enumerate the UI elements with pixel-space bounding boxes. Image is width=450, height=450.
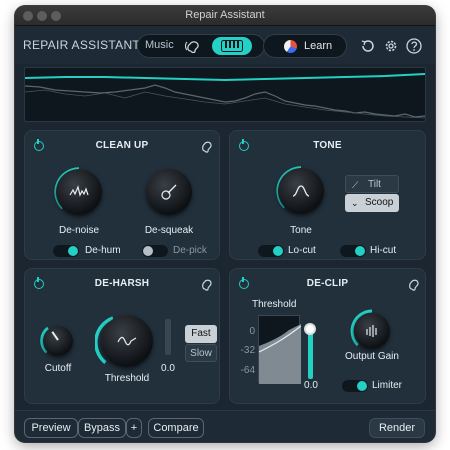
locut-label: Lo-cut <box>288 245 316 256</box>
compare-button[interactable]: Compare <box>148 418 204 438</box>
tilt-icon: ⟋ <box>352 180 359 190</box>
deharsh-title: DE-HARSH <box>94 278 150 289</box>
cutoff-knob[interactable] <box>43 326 73 356</box>
bypass-button[interactable]: Bypass <box>78 418 126 438</box>
hicut-label: Hi-cut <box>370 245 397 256</box>
cutoff-label: Cutoff <box>44 363 72 374</box>
declip-title: DE-CLIP <box>306 278 349 289</box>
tone-knob-label: Tone <box>290 225 312 236</box>
denoise-label: De-noise <box>58 225 100 236</box>
preview-button[interactable]: Preview <box>24 418 78 438</box>
ear-icon[interactable] <box>201 277 213 291</box>
deharsh-threshold-label: Threshold <box>104 373 150 384</box>
clip-display <box>258 315 302 384</box>
limiter-label: Limiter <box>372 380 403 391</box>
fast-button[interactable]: Fast <box>185 325 217 343</box>
cutoff-pointer <box>51 331 59 341</box>
gear-icon[interactable] <box>383 38 399 54</box>
scoop-button[interactable]: ⌄ Scoop <box>345 194 399 212</box>
ear-icon[interactable] <box>184 38 204 54</box>
depick-toggle[interactable] <box>142 245 168 257</box>
header-bar: REPAIR ASSISTANT Music Learn <box>15 26 435 64</box>
repair-assistant-window: Repair Assistant REPAIR ASSISTANT Music … <box>15 6 435 442</box>
tone-panel: TONE Tone ⟋ Tilt ⌄ Scoop Lo-cut Hi-cut <box>229 130 426 260</box>
declip-scale-32: -32 <box>240 345 255 356</box>
scoop-icon: ⌄ <box>351 198 359 208</box>
learn-label: Learn <box>304 40 333 52</box>
guitar-icon <box>161 184 177 200</box>
declip-value: 0.0 <box>304 380 318 391</box>
cleanup-title: CLEAN UP <box>95 140 149 151</box>
ear-icon[interactable] <box>408 277 420 291</box>
depick-label: De-pick <box>173 245 207 256</box>
learn-logo-icon <box>284 40 297 53</box>
deharsh-panel: DE-HARSH Cutoff Threshold 0.0 Fast Slow <box>24 268 220 404</box>
bottom-bar: Preview Bypass + Compare Render <box>15 410 435 442</box>
locut-toggle[interactable] <box>258 245 284 257</box>
ear-icon[interactable] <box>201 139 213 153</box>
bypass-add-button[interactable]: + <box>126 418 142 438</box>
tilt-label: Tilt <box>368 179 381 190</box>
declip-scale-64: -64 <box>240 365 255 376</box>
gain-bars-icon <box>366 325 377 337</box>
title-bar: Repair Assistant <box>15 6 435 26</box>
tone-title: TONE <box>313 140 342 151</box>
declip-scale-0: 0 <box>249 326 255 337</box>
output-gain-label: Output Gain <box>345 351 399 362</box>
waveform-display <box>24 67 426 122</box>
denoise-knob[interactable] <box>56 169 102 215</box>
app-title: REPAIR ASSISTANT <box>23 38 141 52</box>
limiter-toggle[interactable] <box>342 380 368 392</box>
noise-icon <box>69 185 89 197</box>
deharsh-threshold-value: 0.0 <box>161 363 175 374</box>
declip-slider-handle[interactable] <box>304 323 316 335</box>
piano-mode-toggle[interactable] <box>212 37 252 55</box>
deharsh-threshold-knob[interactable] <box>101 315 153 367</box>
threshold-meter <box>165 319 171 355</box>
dehum-label: De-hum <box>85 245 121 256</box>
desqueak-knob[interactable] <box>146 169 192 215</box>
tone-knob[interactable] <box>278 168 324 214</box>
dehum-toggle[interactable] <box>53 245 79 257</box>
tone-curve-icon <box>292 185 310 197</box>
clip-curve-graph <box>258 324 302 384</box>
cleanup-panel: CLEAN UP De-noise De-squeak De-hum De-pi… <box>24 130 220 260</box>
slow-button[interactable]: Slow <box>185 344 217 362</box>
output-gain-knob[interactable] <box>354 313 390 349</box>
help-icon[interactable] <box>406 38 422 54</box>
mode-selector[interactable]: Music <box>137 34 265 58</box>
tilt-button[interactable]: ⟋ Tilt <box>345 175 399 193</box>
harsh-curve-icon <box>117 336 137 346</box>
scoop-label: Scoop <box>365 197 394 208</box>
hicut-toggle[interactable] <box>340 245 366 257</box>
declip-panel: DE-CLIP Threshold 0 -32 -64 0.0 Output G… <box>229 268 426 404</box>
waveform-graph <box>24 73 426 119</box>
window-title: Repair Assistant <box>185 9 265 21</box>
history-icon[interactable] <box>360 38 376 54</box>
declip-threshold-label: Threshold <box>252 299 297 310</box>
desqueak-label: De-squeak <box>144 225 194 236</box>
render-button[interactable]: Render <box>369 418 425 438</box>
piano-icon <box>221 40 243 52</box>
mode-label: Music <box>145 39 174 51</box>
learn-button[interactable]: Learn <box>263 34 347 58</box>
